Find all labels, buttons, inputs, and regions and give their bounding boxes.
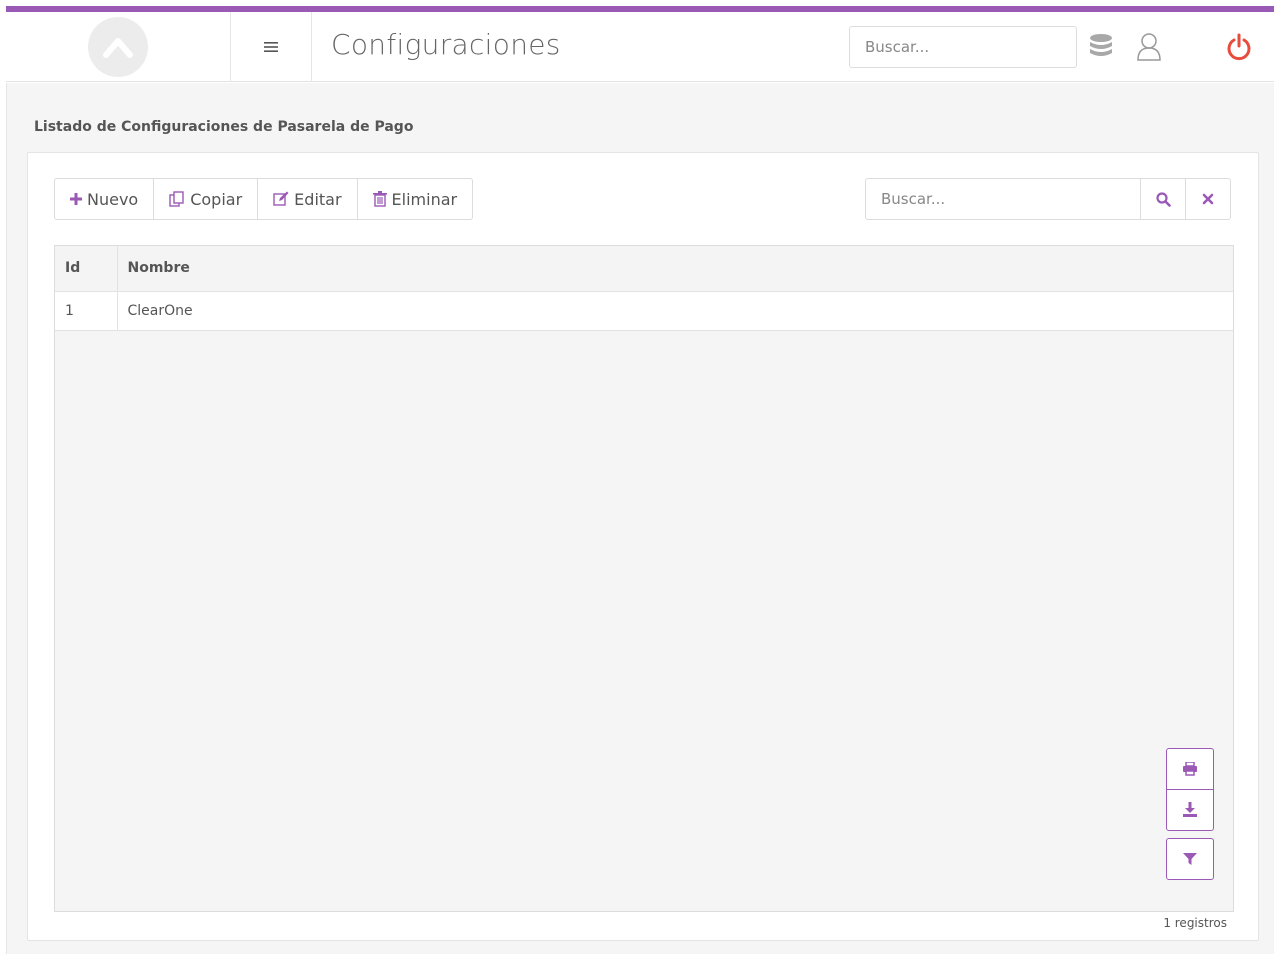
filter-icon [1183, 853, 1197, 865]
print-icon [1183, 762, 1197, 776]
copy-icon [169, 191, 185, 207]
delete-button[interactable]: Eliminar [356, 178, 474, 220]
clear-search-button[interactable] [1185, 178, 1231, 220]
edit-icon [273, 191, 289, 207]
hamburger-icon [264, 42, 278, 52]
download-button[interactable] [1166, 789, 1214, 831]
cell-id: 1 [55, 291, 118, 330]
user-icon[interactable] [1134, 32, 1164, 62]
clear-icon [1202, 193, 1214, 205]
main-content: Listado de Configuraciones de Pasarela d… [6, 83, 1274, 954]
grid-side-tools [1166, 748, 1214, 880]
filter-button[interactable] [1166, 838, 1214, 880]
grid-search-input[interactable] [865, 178, 1141, 220]
table-header-row: Id Nombre [55, 246, 1233, 291]
table-row[interactable]: 1 ClearOne [55, 291, 1233, 330]
print-button[interactable] [1166, 748, 1214, 790]
page-title: Configuraciones [331, 28, 561, 61]
power-icon[interactable] [1224, 32, 1254, 62]
search-icon [1155, 191, 1171, 207]
download-icon [1183, 802, 1197, 817]
app-logo-icon [88, 17, 148, 77]
trash-icon [372, 191, 387, 207]
plus-icon [70, 193, 82, 205]
cell-nombre: ClearOne [127, 302, 193, 319]
copy-button[interactable]: Copiar [153, 178, 259, 220]
logo-area[interactable] [6, 12, 230, 82]
toolbar-button-group: Nuevo Copiar Editar Eliminar [54, 178, 474, 220]
record-count: 1 registros [1163, 916, 1227, 930]
grid-search-group [865, 178, 1231, 220]
hamburger-menu-button[interactable] [230, 12, 312, 82]
database-icon[interactable] [1086, 32, 1116, 62]
delete-button-label: Eliminar [391, 189, 458, 209]
search-button[interactable] [1140, 178, 1186, 220]
copy-button-label: Copiar [190, 189, 243, 209]
app-header: Configuraciones [6, 12, 1274, 82]
new-button-label: Nuevo [87, 189, 139, 209]
section-title: Listado de Configuraciones de Pasarela d… [34, 119, 414, 135]
column-header-id[interactable]: Id [55, 246, 118, 291]
edit-button[interactable]: Editar [257, 178, 358, 220]
header-search-input[interactable] [849, 26, 1077, 68]
list-panel: Nuevo Copiar Editar Eliminar Buscar... I… [27, 152, 1259, 941]
new-button[interactable]: Nuevo [54, 178, 155, 220]
data-grid: Id Nombre 1 ClearOne [54, 245, 1234, 912]
edit-button-label: Editar [294, 189, 342, 209]
column-header-nombre[interactable]: Nombre [117, 246, 1233, 291]
data-table: Id Nombre 1 ClearOne [55, 246, 1233, 331]
